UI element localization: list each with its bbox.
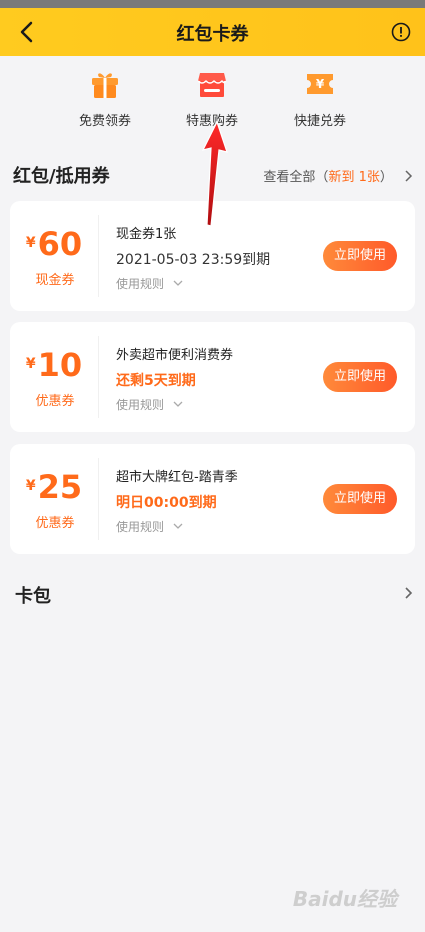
app-header: 红包卡券 (0, 8, 425, 56)
use-now-button[interactable]: 立即使用 (323, 362, 397, 392)
coupon-expiry: 2021-05-03 23:59到期 (116, 252, 271, 268)
coupon-value: 60 (37, 225, 83, 263)
svg-text:¥: ¥ (316, 77, 325, 91)
quick-action-label: 免费领券 (78, 114, 131, 129)
coupon-amount: ¥60 (10, 225, 98, 263)
use-now-button[interactable]: 立即使用 (323, 484, 397, 514)
info-icon[interactable] (391, 22, 411, 42)
usage-rules-toggle[interactable]: 使用规则 (116, 518, 183, 535)
usage-rules-label: 使用规则 (116, 277, 165, 291)
coupon-type: 现金券 (35, 273, 75, 288)
quick-action-quick-redeem[interactable]: ¥ 快捷兑券 (275, 68, 365, 129)
voucher-exchange-icon: ¥ (307, 74, 333, 94)
coupon-title: 外卖超市便利消费券 (116, 348, 234, 363)
gift-icon (92, 73, 118, 98)
coupon-amount: ¥10 (10, 346, 98, 384)
currency-symbol: ¥ (25, 478, 36, 494)
store-icon (197, 73, 227, 97)
status-bar (0, 0, 425, 8)
chevron-down-icon (173, 280, 183, 286)
chevron-right-icon (405, 587, 413, 599)
divider (98, 215, 99, 297)
card-bag-row[interactable]: 卡包 (15, 580, 413, 610)
quick-action-label: 快捷兑券 (293, 114, 346, 129)
coupon-type: 优惠券 (35, 516, 75, 531)
chevron-right-icon (405, 170, 413, 182)
divider (98, 458, 99, 540)
watermark: Baidu经验 (292, 887, 397, 911)
coupon-value: 25 (37, 468, 83, 506)
coupon-amount: ¥25 (10, 468, 98, 506)
divider (98, 336, 99, 418)
coupon-title: 现金券1张 (116, 227, 177, 242)
chevron-down-icon (173, 401, 183, 407)
page-title: 红包卡券 (176, 24, 249, 45)
usage-rules-label: 使用规则 (116, 520, 165, 534)
card-bag-label: 卡包 (15, 586, 51, 607)
coupon-type: 优惠券 (35, 394, 75, 409)
quick-action-free-coupon[interactable]: 免费领券 (60, 68, 150, 129)
coupon-card[interactable]: ¥10 优惠券 外卖超市便利消费券 还剩5天到期 使用规则 立即使用 (10, 322, 415, 432)
currency-symbol: ¥ (25, 235, 36, 251)
annotation-arrow-icon (201, 120, 228, 227)
coupon-title: 超市大牌红包-踏青季 (116, 470, 238, 485)
use-now-button[interactable]: 立即使用 (323, 241, 397, 271)
coupon-expiry: 明日00:00到期 (116, 495, 217, 511)
coupon-card[interactable]: ¥25 优惠券 超市大牌红包-踏青季 明日00:00到期 使用规则 立即使用 (10, 444, 415, 554)
section-title: 红包/抵用券 (13, 166, 110, 187)
usage-rules-label: 使用规则 (116, 398, 165, 412)
coupon-expiry: 还剩5天到期 (116, 373, 196, 389)
chevron-down-icon (173, 523, 183, 529)
usage-rules-toggle[interactable]: 使用规则 (116, 396, 183, 413)
coupon-value: 10 (37, 346, 83, 384)
view-all-suffix: ） (379, 170, 393, 185)
usage-rules-toggle[interactable]: 使用规则 (116, 275, 183, 292)
view-all-label: 查看全部（ (263, 170, 329, 185)
currency-symbol: ¥ (25, 356, 36, 372)
new-count-badge: 新到 1张 (328, 170, 380, 185)
view-all-link[interactable]: 查看全部（新到 1张） (263, 166, 413, 185)
